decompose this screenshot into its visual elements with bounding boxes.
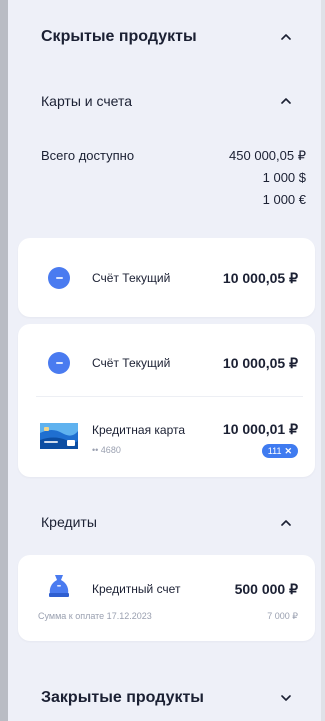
chevron-down-icon [281, 695, 291, 701]
divider [36, 396, 303, 397]
credit-account-amount: 500 000 ₽ [234, 581, 298, 597]
account-icon [48, 352, 70, 374]
hidden-products-collapse-button[interactable] [279, 30, 293, 44]
total-available-label: Всего доступно [41, 148, 135, 163]
credits-collapse-button[interactable] [279, 516, 293, 530]
payment-due-label: Сумма к оплате 17.12.2023 [38, 611, 152, 621]
hidden-products-title: Скрытые продукты [41, 28, 197, 45]
account-name: Счёт Текущий [92, 271, 171, 285]
account-icon [48, 267, 70, 289]
close-icon: ✕ [284, 446, 292, 456]
total-eur: 1 000 € [262, 192, 306, 207]
window-right-edge [321, 0, 325, 721]
account-amount: 10 000,05 ₽ [222, 270, 298, 286]
credit-card-name[interactable]: Кредитная карта [92, 423, 185, 437]
account-name[interactable]: Счёт Текущий [92, 356, 170, 370]
total-usd: 1 000 $ [262, 170, 306, 185]
credit-account-card[interactable]: Кредитный счет 500 000 ₽ Сумма к оплате … [18, 555, 315, 641]
chevron-up-icon [281, 520, 291, 526]
cards-accounts-collapse-button[interactable] [279, 94, 293, 108]
total-rub: 450 000,05 ₽ [229, 148, 306, 163]
accounts-group-card: Счёт Текущий 10 000,05 ₽ Кредитная карта… [18, 324, 315, 477]
products-page: Скрытые продукты Карты и счета Всего дос… [8, 0, 321, 721]
money-bag-icon [48, 573, 70, 597]
account-card[interactable]: Счёт Текущий 10 000,05 ₽ [18, 238, 315, 317]
credits-title: Кредиты [41, 514, 97, 530]
chevron-up-icon [281, 34, 291, 40]
chevron-up-icon [281, 98, 291, 104]
credit-card-image [40, 423, 78, 449]
window-left-edge [0, 0, 8, 721]
credit-card-icon [40, 423, 78, 449]
credit-account-name: Кредитный счет [92, 582, 181, 596]
cards-accounts-title: Карты и счета [41, 93, 132, 109]
badge-count: 111 [267, 446, 282, 456]
credit-card-mask: •• 4680 [92, 445, 121, 455]
closed-products-expand-button[interactable] [279, 691, 293, 705]
payment-due-amount: 7 000 ₽ [267, 611, 298, 621]
credit-card-badge[interactable]: 111 ✕ [261, 444, 298, 458]
closed-products-title: Закрытые продукты [41, 689, 204, 706]
credit-card-amount: 10 000,01 ₽ [222, 421, 298, 437]
account-amount: 10 000,05 ₽ [222, 355, 298, 371]
